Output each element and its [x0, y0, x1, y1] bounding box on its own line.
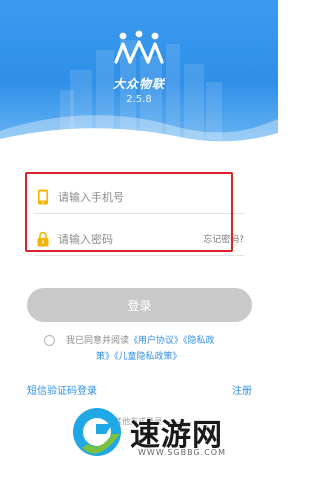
wave-decoration — [0, 115, 278, 150]
phone-placeholder: 请输入手机号 — [58, 190, 124, 204]
user-protocol-link[interactable]: 《用户协议》 — [129, 336, 183, 346]
app-brand-name: 大众物联 — [112, 77, 165, 91]
privacy-policy-link-start[interactable]: 《隐私政 — [183, 336, 215, 346]
forgot-password-link[interactable]: 忘记密码? — [203, 232, 244, 245]
sms-login-link[interactable]: 短信验证码登录 — [27, 382, 97, 397]
header-banner: 大众物联 2.5.8 — [0, 0, 278, 150]
watermark-logo-icon — [73, 408, 121, 456]
register-link[interactable]: 注册 — [232, 382, 252, 397]
privacy-policy-link-end[interactable]: 策》 — [96, 352, 114, 362]
login-button[interactable]: 登录 — [27, 288, 252, 322]
agreement-line-1: 我已同意并阅读《用户协议》《隐私政 — [66, 333, 215, 349]
phone-field[interactable]: 请输入手机号 — [34, 180, 244, 214]
watermark-url: WWW.SGBBG.COM — [138, 448, 226, 457]
phone-icon — [38, 189, 48, 204]
child-privacy-link[interactable]: 《儿童隐私政策》 — [114, 352, 182, 362]
agree-radio[interactable] — [44, 335, 55, 346]
lock-icon — [37, 231, 49, 246]
app-logo-icon — [114, 30, 164, 64]
password-placeholder: 请输入密码 — [58, 232, 113, 246]
app-version: 2.5.8 — [126, 94, 152, 105]
password-field[interactable]: 请输入密码 忘记密码? — [34, 222, 244, 256]
watermark: 速游网 WWW.SGBBG.COM — [68, 404, 258, 468]
agreement-prefix: 我已同意并阅读 — [66, 336, 130, 346]
agreement-line-2: 策》《儿童隐私政策》 — [96, 349, 182, 365]
